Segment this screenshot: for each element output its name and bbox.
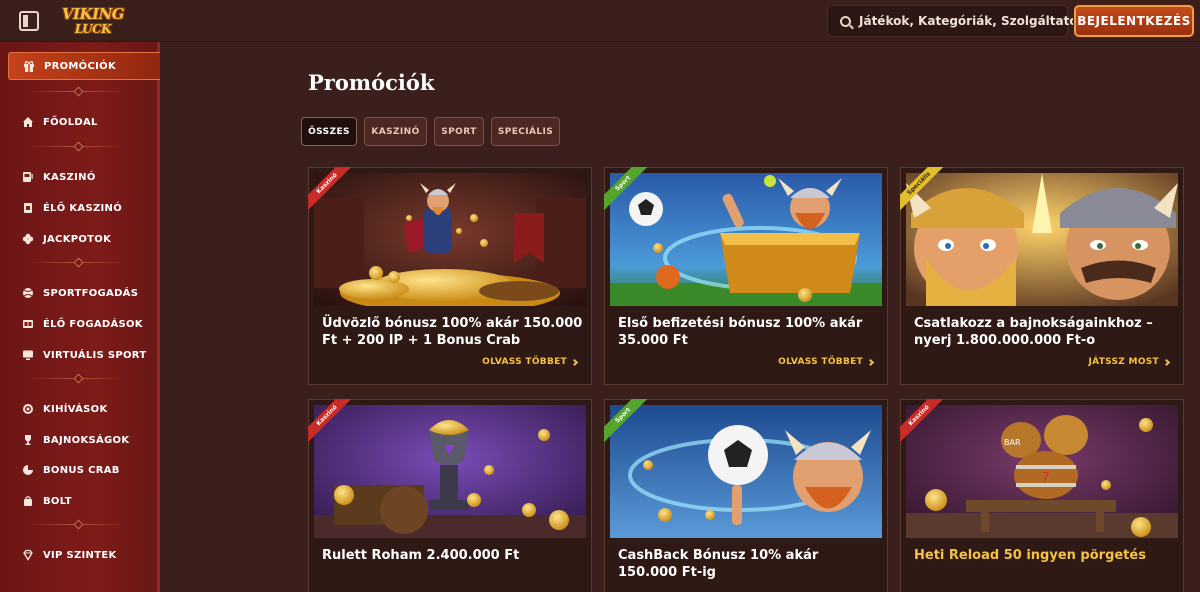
viking-luck-logo[interactable]: VIKING LUCK — [58, 2, 128, 40]
ball-icon — [23, 288, 33, 298]
page-title: Promóciók — [308, 70, 435, 95]
promo-title: Heti Reload 50 ingyen pörgetés — [914, 548, 1146, 563]
sidebar-item-label: ÉLŐ KASZINÓ — [43, 202, 123, 214]
sidebar-item-challenges[interactable]: KIHÍVÁSOK — [8, 395, 160, 423]
promo-card[interactable]: Kaszinó Üdvözlő bónusz 100% akár 150.000… — [308, 167, 592, 385]
sidebar-item-label: BAJNOKSÁGOK — [43, 434, 130, 446]
home-icon — [23, 117, 33, 127]
sidebar-item-shop[interactable]: BOLT — [8, 487, 160, 515]
cta-label: OLVASS TÖBBET — [778, 357, 863, 367]
sidebar-item-label: BONUS CRAB — [43, 464, 120, 476]
sidebar-item-bonus-crab[interactable]: BONUS CRAB — [8, 456, 160, 484]
cards-icon — [24, 203, 32, 213]
sidebar-item-vip-levels[interactable]: VIP SZINTEK — [8, 541, 160, 569]
crab-icon — [23, 465, 33, 475]
monitor-icon — [23, 350, 33, 360]
tag-label: Sport — [604, 399, 654, 446]
svg-text:7: 7 — [1042, 470, 1050, 484]
search-icon — [840, 15, 851, 27]
cta-label: OLVASS TÖBBET — [482, 357, 567, 367]
sidebar-item-label: PROMÓCIÓK — [44, 60, 116, 72]
tag-label: Kaszinó — [308, 399, 358, 446]
sidebar: PROMÓCIÓK FŐOLDAL KASZINÓ ÉLŐ KASZINÓ JA… — [0, 42, 160, 592]
filter-special[interactable]: SPECIÁLIS — [491, 117, 560, 146]
slot-machine-icon — [23, 172, 33, 182]
tag-label: Sport — [604, 167, 654, 214]
scoreboard-icon — [23, 320, 33, 328]
sidebar-item-label: ÉLŐ FOGADÁSOK — [43, 318, 143, 330]
target-icon — [23, 404, 33, 414]
promo-card[interactable]: Speciális Csatlakozz a bajnokságainkhoz … — [900, 167, 1184, 385]
promo-title: Csatlakozz a bajnokságainkhoz – nyerj 1.… — [914, 316, 1153, 348]
tag-ribbon: Sport — [604, 167, 654, 217]
filter-casino[interactable]: KASZINÓ — [364, 117, 427, 146]
promo-title: Rulett Roham 2.400.000 Ft — [322, 548, 520, 563]
logo-line-2: LUCK — [74, 22, 112, 36]
divider — [30, 259, 125, 266]
cta-label: JÁTSSZ MOST — [1088, 357, 1159, 367]
trophy-icon — [25, 435, 31, 445]
divider — [30, 375, 125, 382]
promo-card[interactable]: Kaszinó BAR 7 Heti Reload 50 ingyen pörg… — [900, 399, 1184, 592]
promo-title: Első befizetési bónusz 100% akár 35.000 … — [618, 316, 863, 348]
search-placeholder: Játékok, Kategóriák, Szolgáltatók — [859, 14, 1086, 28]
tag-ribbon: Speciális — [900, 167, 950, 217]
promo-card[interactable]: Sport Első befizetési bónusz 100% akár 3… — [604, 167, 888, 385]
promo-title: CashBack Bónusz 10% akár 150.000 Ft-ig — [618, 548, 819, 580]
sidebar-item-live-bets[interactable]: ÉLŐ FOGADÁSOK — [8, 310, 160, 338]
tag-label: Kaszinó — [900, 399, 950, 446]
chevron-right-icon — [1162, 358, 1171, 366]
sidebar-item-home[interactable]: FŐOLDAL — [8, 108, 160, 136]
divider — [30, 143, 125, 150]
top-bar: VIKING LUCK Játékok, Kategóriák, Szolgál… — [0, 0, 1200, 42]
bag-icon — [24, 496, 32, 506]
sidebar-item-virtual-sport[interactable]: VIRTUÁLIS SPORT — [8, 341, 160, 369]
sidebar-item-jackpots[interactable]: JACKPOTOK — [8, 225, 160, 253]
sidebar-item-label: BOLT — [43, 495, 72, 507]
tag-ribbon: Sport — [604, 399, 654, 449]
promo-title: Üdvözlő bónusz 100% akár 150.000 Ft + 20… — [322, 316, 583, 348]
sidebar-item-sports-betting[interactable]: SPORTFOGADÁS — [8, 279, 160, 307]
svg-text:BAR: BAR — [1004, 438, 1021, 447]
sidebar-item-tournaments[interactable]: BAJNOKSÁGOK — [8, 426, 160, 454]
filter-sport[interactable]: SPORT — [434, 117, 484, 146]
divider — [30, 521, 125, 528]
tag-label: Kaszinó — [308, 167, 358, 214]
play-now-link[interactable]: JÁTSSZ MOST — [1088, 357, 1171, 367]
sidebar-toggle-icon[interactable] — [19, 11, 39, 31]
tag-ribbon: Kaszinó — [308, 167, 358, 217]
tag-ribbon: Kaszinó — [308, 399, 358, 449]
sidebar-item-casino[interactable]: KASZINÓ — [8, 163, 160, 191]
tag-label: Speciális — [900, 167, 950, 214]
sidebar-item-label: KASZINÓ — [43, 171, 96, 183]
gift-icon — [24, 61, 34, 72]
logo-line-1: VIKING — [61, 5, 125, 23]
promo-card[interactable]: Sport CashBack Bónusz 10% akár 150.000 F… — [604, 399, 888, 592]
sidebar-item-label: KIHÍVÁSOK — [43, 403, 108, 415]
sidebar-item-label: VIP SZINTEK — [43, 549, 117, 561]
sidebar-item-label: VIRTUÁLIS SPORT — [43, 349, 147, 361]
tag-ribbon: Kaszinó — [900, 399, 950, 449]
sidebar-item-live-casino[interactable]: ÉLŐ KASZINÓ — [8, 194, 160, 222]
sidebar-item-label: FŐOLDAL — [43, 116, 98, 128]
search-input[interactable]: Játékok, Kategóriák, Szolgáltatók — [827, 5, 1086, 37]
divider — [30, 88, 125, 95]
filter-all[interactable]: ÖSSZES — [301, 117, 357, 146]
read-more-link[interactable]: OLVASS TÖBBET — [482, 357, 579, 367]
chevron-right-icon — [866, 358, 875, 366]
read-more-link[interactable]: OLVASS TÖBBET — [778, 357, 875, 367]
sidebar-item-label: SPORTFOGADÁS — [43, 287, 139, 299]
clover-icon — [22, 233, 34, 245]
sidebar-item-label: JACKPOTOK — [43, 233, 112, 245]
login-button[interactable]: BEJELENTKEZÉS — [1074, 5, 1194, 37]
chevron-right-icon — [570, 358, 579, 366]
diamond-icon — [23, 549, 33, 561]
promo-card[interactable]: Kaszinó Rulett Roham 2.400.000 Ft — [308, 399, 592, 592]
sidebar-item-promotions[interactable]: PROMÓCIÓK — [8, 52, 160, 80]
